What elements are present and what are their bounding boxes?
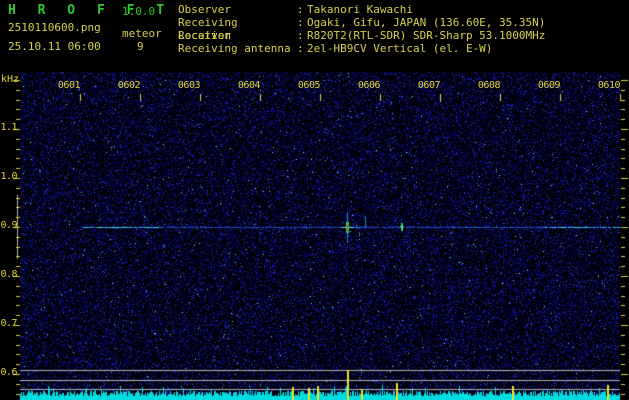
info-value: 2el-HB9CV Vertical (el. E-W)	[307, 42, 493, 55]
app-version: 1.0.0	[122, 5, 156, 18]
echo-count: 9	[137, 40, 144, 53]
time-tick-label: 0605	[297, 80, 321, 91]
freq-tick-label: 0.7	[0, 318, 17, 329]
info-row-observer: Observer : Takanori Kawachi	[178, 3, 413, 16]
freq-tick-label: 0.8	[0, 269, 17, 280]
info-colon: :	[297, 42, 304, 55]
info-colon: :	[297, 3, 304, 16]
time-tick-label: 0604	[237, 80, 261, 91]
time-tick-label: 0609	[537, 80, 561, 91]
time-tick-label: 0610	[597, 80, 621, 91]
time-tick-label: 0603	[177, 80, 201, 91]
info-value: Takanori Kawachi	[307, 3, 413, 16]
time-tick-label: 0601	[57, 80, 81, 91]
info-row-antenna: Receiving antenna : 2el-HB9CV Vertical (…	[178, 42, 492, 55]
freq-tick-label: 1.1	[0, 122, 17, 133]
output-filename: 2510110600.png	[8, 21, 101, 34]
datetime-label: 25.10.11 06:00	[8, 40, 101, 53]
freq-tick-label: 0.6	[0, 367, 17, 378]
info-row-receiver: Receiver : R820T2(RTL-SDR) SDR-Sharp 53.…	[178, 29, 545, 42]
freq-tick-label: 1.0	[0, 171, 17, 182]
mode-label: meteor	[122, 27, 162, 40]
time-tick-label: 0606	[357, 80, 381, 91]
hrofft-output-window: H R O F F T 1.0.0 2510110600.png meteor …	[0, 0, 629, 400]
time-tick-label: 0608	[477, 80, 501, 91]
spectrogram-canvas	[0, 0, 629, 400]
freq-tick-label: 0.9	[0, 220, 17, 231]
info-value: R820T2(RTL-SDR) SDR-Sharp 53.1000MHz	[307, 29, 546, 42]
info-label: Observer	[178, 3, 231, 16]
info-label: Receiver	[178, 29, 231, 42]
time-tick-label: 0602	[117, 80, 141, 91]
time-tick-label: 0607	[417, 80, 441, 91]
info-label: Receiving antenna	[178, 42, 291, 55]
freq-axis-unit-label: kHz	[1, 74, 20, 85]
info-colon: :	[297, 29, 304, 42]
